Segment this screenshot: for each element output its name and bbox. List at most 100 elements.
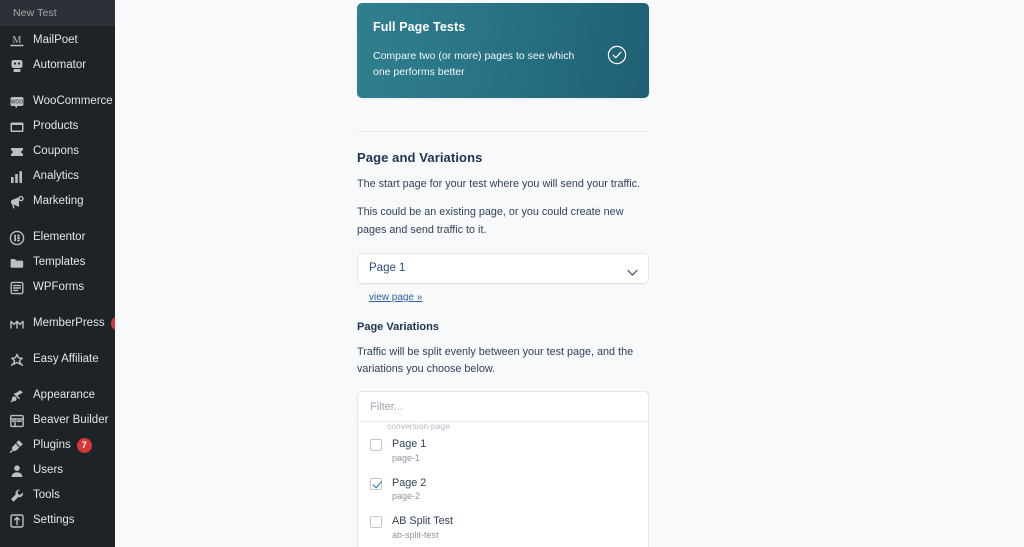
sidebar-item-label: Templates xyxy=(33,255,86,268)
users-icon xyxy=(8,462,26,480)
variation-checkbox[interactable] xyxy=(370,439,382,452)
marketing-icon xyxy=(8,193,26,211)
variation-slug: page-2 xyxy=(392,491,421,502)
sidebar-item-woocommerce[interactable]: WOO WooCommerce xyxy=(0,89,115,114)
mailpoet-icon: M xyxy=(8,32,26,50)
app-screen: New Test M MailPoet Automator WOO WooCommerc… xyxy=(0,0,1024,547)
sidebar-item-memberpress[interactable]: MemberPress1 xyxy=(0,311,115,336)
sidebar-item-label: WPForms xyxy=(33,280,85,293)
sidebar-item-label: MailPoet xyxy=(33,33,78,46)
products-icon xyxy=(8,118,26,136)
sidebar-item-label: Marketing xyxy=(33,194,84,207)
full-page-tests-card[interactable]: Full Page Tests Compare two (or more) pa… xyxy=(357,3,649,98)
svg-text:WOO: WOO xyxy=(11,99,24,105)
sidebar-separator xyxy=(0,78,115,89)
section-paragraph-1: The start page for your test where you w… xyxy=(357,178,641,190)
variation-slug: page-1 xyxy=(392,452,421,463)
sidebar-item-analytics[interactable]: Analytics xyxy=(0,164,115,189)
sidebar-item-tools[interactable]: Tools xyxy=(0,483,115,508)
section-divider xyxy=(357,131,649,132)
sidebar-submenu-new-test[interactable]: New Test xyxy=(0,0,115,26)
sidebar-item-label: Appearance xyxy=(33,388,96,401)
plugins-icon xyxy=(8,437,26,455)
variation-texts: Page 2 page-2 xyxy=(392,477,426,502)
variation-checkbox[interactable] xyxy=(370,516,382,529)
admin-sidebar: New Test M MailPoet Automator WOO WooCommerc… xyxy=(0,0,115,547)
automator-icon xyxy=(8,57,26,75)
sidebar-item-badge: 7 xyxy=(76,438,92,453)
woocommerce-icon: WOO xyxy=(8,93,26,111)
clipped-slug-text: conversion-page xyxy=(387,422,450,432)
sidebar-item-users[interactable]: Users xyxy=(0,458,115,483)
elementor-icon xyxy=(8,229,26,247)
wpforms-icon xyxy=(8,279,26,297)
sidebar-separator xyxy=(0,372,115,383)
sidebar-item-products[interactable]: Products xyxy=(0,114,115,139)
sidebar-item-label: Automator xyxy=(33,58,87,71)
sidebar-item-label: Beaver Builder xyxy=(33,413,109,426)
appearance-icon xyxy=(8,387,26,405)
sidebar-item-label: Analytics xyxy=(33,169,80,182)
coupons-icon xyxy=(8,143,26,161)
beaver-builder-icon xyxy=(8,412,26,430)
sidebar-item-beaver-builder[interactable]: Beaver Builder xyxy=(0,408,115,433)
sidebar-item-label: MemberPress xyxy=(33,316,105,329)
page-and-variations-heading: Page and Variations xyxy=(357,150,483,165)
section-paragraph-2: This could be an existing page, or you c… xyxy=(357,206,624,236)
sidebar-item-label: Products xyxy=(33,119,79,132)
sidebar-submenu-label: New Test xyxy=(13,7,57,19)
variation-checkbox[interactable] xyxy=(370,477,382,490)
memberpress-icon xyxy=(8,315,26,333)
variation-texts: AB Split Test ab-split-test xyxy=(392,515,453,540)
page-select-wrapper: Page 1 xyxy=(357,252,649,284)
sidebar-item-label: Elementor xyxy=(33,230,86,243)
sidebar-separator xyxy=(0,336,115,347)
card-description: Compare two (or more) pages to see which… xyxy=(373,50,575,79)
sidebar-nav-list: M MailPoet Automator WOO WooCommerce Products… xyxy=(0,26,115,547)
sidebar-item-marketing[interactable]: Marketing xyxy=(0,189,115,214)
start-page-select[interactable]: Page 1 xyxy=(357,252,649,284)
variation-slug: ab-split-test xyxy=(392,529,439,540)
sidebar-item-easy-affiliate[interactable]: Easy Affiliate xyxy=(0,347,115,372)
sidebar-item-elementor[interactable]: Elementor xyxy=(0,225,115,250)
sidebar-item-label: Plugins xyxy=(33,438,71,451)
analytics-icon xyxy=(8,168,26,186)
variation-option[interactable]: AB Split Test ab-split-test xyxy=(358,508,648,546)
sidebar-separator xyxy=(0,533,115,544)
variation-name: Page 1 xyxy=(392,438,427,451)
sidebar-item-label: Coupons xyxy=(33,144,80,157)
sidebar-item-wpforms[interactable]: WPForms xyxy=(0,275,115,300)
variation-option[interactable]: Page 2 page-2 xyxy=(358,470,648,508)
sidebar-separator xyxy=(0,214,115,225)
check-circle-icon xyxy=(607,45,627,65)
variation-texts: Page 1 page-1 xyxy=(392,438,426,463)
sidebar-item-label: Settings xyxy=(33,513,75,526)
settings-icon xyxy=(8,512,26,530)
variation-option[interactable]: Page 1 page-1 xyxy=(358,431,648,469)
content-column: Full Page Tests Compare two (or more) pa… xyxy=(357,0,649,547)
page-variations-heading: Page Variations xyxy=(357,320,439,333)
view-page-link[interactable]: view page » xyxy=(369,292,422,303)
variations-filter-input[interactable] xyxy=(358,392,648,423)
page-variations-description: Traffic will be split evenly between you… xyxy=(357,345,634,376)
sidebar-item-coupons[interactable]: Coupons xyxy=(0,139,115,164)
sidebar-item-label: Easy Affiliate xyxy=(33,352,99,365)
sidebar-item-plugins[interactable]: Plugins 7 xyxy=(0,433,115,458)
main-area: Full Page Tests Compare two (or more) pa… xyxy=(115,0,1024,547)
sidebar-item-appearance[interactable]: Appearance xyxy=(0,383,115,408)
tools-icon xyxy=(8,487,26,505)
sidebar-item-mailpoet[interactable]: M MailPoet xyxy=(0,28,115,53)
templates-icon xyxy=(8,254,26,272)
variations-option-list[interactable]: conversion-page Page 1 page-1 Page 2 page-2… xyxy=(358,422,648,547)
card-title: Full Page Tests xyxy=(373,20,466,34)
easy-affiliate-icon xyxy=(8,351,26,369)
variations-picker: conversion-page Page 1page-1 Page 2 page-2… xyxy=(357,391,649,547)
sidebar-separator xyxy=(0,300,115,311)
sidebar-item-label: WooCommerce xyxy=(33,94,113,107)
variation-name: AB Split Test xyxy=(392,515,454,528)
sidebar-item-label: Tools xyxy=(33,488,60,501)
sidebar-item-templates[interactable]: Templates xyxy=(0,250,115,275)
sidebar-item-automator[interactable]: Automator xyxy=(0,53,115,78)
sidebar-item-settings[interactable]: Settings xyxy=(0,508,115,533)
sidebar-item-label: Users xyxy=(33,463,64,476)
